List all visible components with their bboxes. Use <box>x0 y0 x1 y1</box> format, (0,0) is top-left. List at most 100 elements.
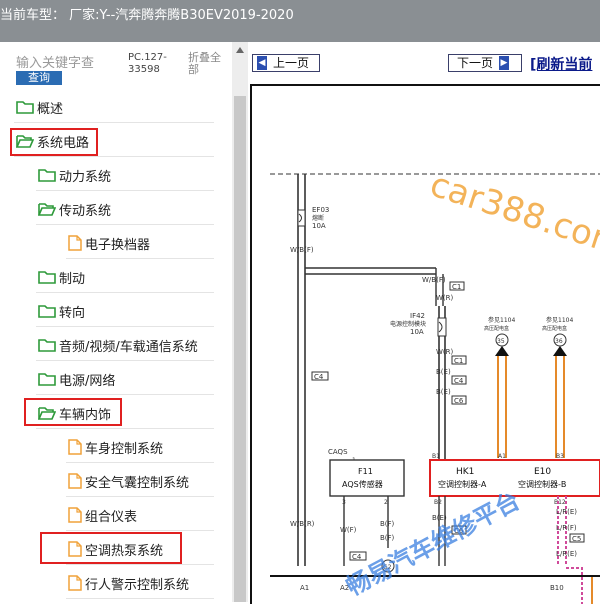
highlight-ac-heat-pump <box>40 532 182 564</box>
refresh-current-link[interactable]: [刷新当前 <box>530 54 592 74</box>
conn-c5-label: C5 <box>572 535 581 543</box>
f11-label: F11 <box>358 467 373 476</box>
search-button[interactable]: 查询 <box>16 71 62 85</box>
document-icon <box>68 439 82 455</box>
pin-b10-bottom: B10 <box>550 584 564 592</box>
document-icon <box>68 575 82 591</box>
circuit-diagram: EF03 熔断 10A W/B(F) W/B(F) C1 IF42 电源控制模块… <box>270 165 600 604</box>
tree-item-overview[interactable]: 概述 <box>16 94 63 120</box>
document-icon <box>68 473 82 489</box>
car-model-title: 当前车型： 厂家:Y--汽奔腾奔腾B30EV2019-2020 <box>0 8 294 23</box>
tree-item-label: 行人警示控制系统 <box>85 577 190 593</box>
arrow-right-icon: ▶ <box>499 56 510 70</box>
tree-item-label: 车身控制系统 <box>85 441 164 457</box>
document-icon <box>68 235 82 251</box>
e10-label: E10 <box>534 467 551 477</box>
sidebar-scrollbar[interactable] <box>232 42 248 602</box>
search-input[interactable] <box>16 54 114 72</box>
fuse-ef03-label: EF03 <box>312 206 329 214</box>
tree-item-label: 转向 <box>59 305 86 321</box>
tree-item-airbag-control[interactable]: 安全气囊控制系统 <box>68 468 189 494</box>
folder-icon <box>38 271 56 284</box>
chevron-up-icon <box>236 47 244 53</box>
sensor-ref2-pin: 36 <box>555 338 563 345</box>
wire-lr2-label: L/R(F) <box>556 524 577 532</box>
conn-c4-label: C4 <box>314 373 324 381</box>
fuse-ef03-desc: 熔断 <box>312 214 324 222</box>
tree-item-label: 传动系统 <box>59 203 112 219</box>
highlight-system-circuit <box>10 128 98 156</box>
wire-wbf-label: W/B(F) <box>290 246 314 254</box>
fuse-ef03-amp: 10A <box>312 222 326 230</box>
conn-c1-label: C1 <box>452 283 461 291</box>
fuse-if42-label: IF42 <box>410 312 425 320</box>
tree-item-steering[interactable]: 转向 <box>38 298 85 324</box>
tree-item-body-control[interactable]: 车身控制系统 <box>68 434 163 460</box>
e10-desc: 空调控制器-B <box>518 479 566 489</box>
pin-b12: B12 <box>554 499 566 506</box>
tree-item-label: 音频/视频/车载通信系统 <box>59 339 198 355</box>
tree-item-pedestrian-warning[interactable]: 行人警示控制系统 <box>68 570 189 596</box>
arrow-left-icon: ◀ <box>257 56 267 70</box>
circuit-diagram-frame: EF03 熔断 10A W/B(F) W/B(F) C1 IF42 电源控制模块… <box>250 84 600 604</box>
tree-item-transmission[interactable]: 传动系统 <box>38 196 111 222</box>
conn-c4b-label: C4 <box>454 377 464 385</box>
sensor-ref1-desc: 高压配电盒 <box>484 325 509 332</box>
document-icon <box>68 507 82 523</box>
hk1-label: HK1 <box>456 467 474 477</box>
tree-item-instrument-cluster[interactable]: 组合仪表 <box>68 502 137 528</box>
folder-icon <box>38 339 56 352</box>
pin-b1: B1 <box>432 453 440 460</box>
scroll-up-arrow[interactable] <box>232 42 248 58</box>
tree-item-label: 制动 <box>59 271 86 287</box>
tree-item-power-network[interactable]: 电源/网络 <box>38 366 115 392</box>
pin-b2: B2 <box>434 499 442 506</box>
pin-b3: B3 <box>556 453 564 460</box>
f11-desc: AQS传感器 <box>342 479 383 489</box>
tree-item-label: 组合仪表 <box>85 509 138 525</box>
wire-be-label: B(E) <box>436 368 451 376</box>
caqs-label: CAQS <box>328 448 348 456</box>
tree-item-label: 概述 <box>37 101 64 117</box>
folder-icon <box>16 101 34 114</box>
pin-a1: A1 <box>498 453 506 460</box>
wire-lr-label: L/R(E) <box>556 508 577 516</box>
page-nav-bar: ◀ 上一页 下一页 ▶ [刷新当前 <box>248 42 600 84</box>
sensor-ref2-label: 参见1104 <box>546 316 573 324</box>
wire-wbf2-label: W/B(F) <box>422 276 446 284</box>
next-page-label: 下一页 <box>457 56 494 70</box>
highlight-vehicle-interior <box>24 398 122 426</box>
sensor-ref2-desc: 高压配电盒 <box>542 325 567 332</box>
folder-icon <box>38 373 56 386</box>
scroll-thumb[interactable] <box>234 96 246 602</box>
prev-page-button[interactable]: ◀ 上一页 <box>252 54 320 72</box>
folder-open-icon <box>38 203 56 216</box>
wire-wbr-label: W/B(R) <box>290 520 315 528</box>
sensor-ref1-pin: 35 <box>497 338 505 345</box>
tree-item-label: 电源/网络 <box>59 373 116 389</box>
wire-lr3-label: L/R(E) <box>556 550 577 558</box>
fuse-if42-amp: 10A <box>410 328 424 336</box>
f11-aqs-sensor-box <box>329 459 405 497</box>
tree-item-label: 电子换档器 <box>85 237 151 253</box>
wire-bf-label: B(F) <box>380 520 395 528</box>
tree-item-brake[interactable]: 制动 <box>38 264 85 290</box>
tree-item-power-system[interactable]: 动力系统 <box>38 162 111 188</box>
wire-bf2-label: B(F) <box>380 534 395 542</box>
next-page-button[interactable]: 下一页 ▶ <box>448 54 522 72</box>
folder-icon <box>38 169 56 182</box>
conn-c6-label: C6 <box>454 397 464 405</box>
wire-be2-label: B(E) <box>436 388 451 396</box>
tree-item-label: 安全气囊控制系统 <box>85 475 190 491</box>
top-header-bar: 当前车型： 厂家:Y--汽奔腾奔腾B30EV2019-2020 <box>0 0 600 42</box>
watermark-url: car388.com <box>425 165 600 265</box>
wire-wr2-label: W(R) <box>436 348 454 356</box>
tree-item-electronic-shifter[interactable]: 电子换档器 <box>68 230 150 256</box>
pc-code: PC.127-33598 <box>128 52 167 75</box>
tree-item-audio-video[interactable]: 音频/视频/车载通信系统 <box>38 332 198 358</box>
folder-icon <box>38 305 56 318</box>
hk1-e10-controller-box <box>429 459 600 497</box>
collapse-all-link[interactable]: 折叠全部 <box>188 52 228 76</box>
prev-page-label: 上一页 <box>273 56 310 70</box>
search-area: 查询 PC.127-33598 折叠全部 <box>0 42 232 90</box>
